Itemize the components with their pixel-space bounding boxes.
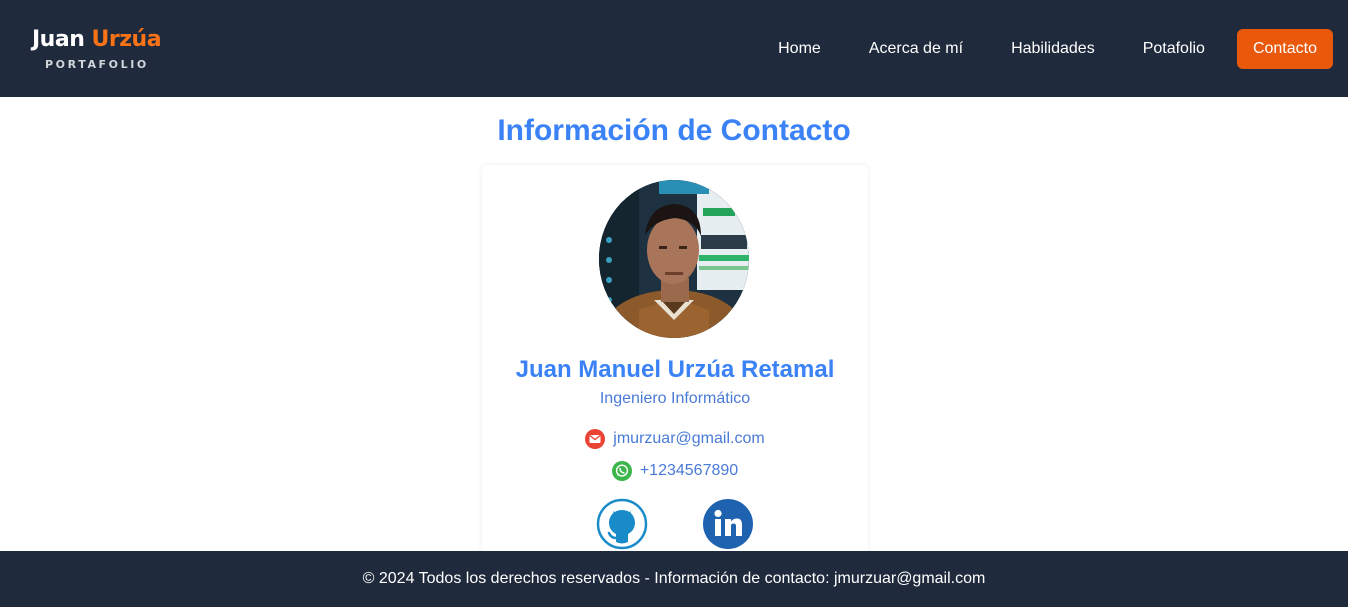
github-icon: [596, 498, 648, 550]
linkedin-link[interactable]: [702, 498, 754, 550]
page-title: Información de Contacto: [497, 114, 851, 147]
avatar: [599, 180, 749, 338]
github-link[interactable]: [596, 498, 648, 550]
logo-last-name: Urzúa: [91, 27, 162, 52]
avatar-photo: [599, 180, 749, 338]
nav-about[interactable]: Acerca de mí: [845, 29, 987, 69]
contact-name: Juan Manuel Urzúa Retamal: [515, 356, 835, 383]
contact-email[interactable]: jmurzuar@gmail.com: [613, 430, 764, 448]
site-header: Juan Urzúa PORTAFOLIO Home Acerca de mí …: [0, 0, 1348, 97]
nav-home[interactable]: Home: [754, 29, 845, 69]
nav-skills[interactable]: Habilidades: [987, 29, 1119, 69]
nav-portfolio[interactable]: Potafolio: [1119, 29, 1229, 69]
main-nav: Home Acerca de mí Habilidades Potafolio …: [754, 29, 1333, 69]
nav-contact[interactable]: Contacto: [1236, 29, 1333, 69]
phone-row[interactable]: +1234567890: [482, 460, 868, 482]
logo-title: Juan Urzúa: [32, 27, 172, 53]
gmail-icon: [585, 429, 606, 449]
site-footer: © 2024 Todos los derechos reservados - I…: [0, 551, 1348, 607]
logo-first-name: Juan: [32, 27, 85, 52]
footer-text: © 2024 Todos los derechos reservados - I…: [362, 570, 986, 587]
whatsapp-icon: [611, 461, 632, 481]
linkedin-icon: [703, 499, 753, 549]
logo-subtitle: PORTAFOLIO: [45, 58, 149, 71]
contact-role: Ingeniero Informático: [599, 390, 751, 407]
contact-phone[interactable]: +1234567890: [640, 462, 738, 480]
email-row[interactable]: jmurzuar@gmail.com: [482, 428, 868, 450]
contact-card: Juan Manuel Urzúa Retamal Ingeniero Info…: [482, 165, 868, 565]
site-logo[interactable]: Juan Urzúa PORTAFOLIO: [32, 27, 172, 71]
